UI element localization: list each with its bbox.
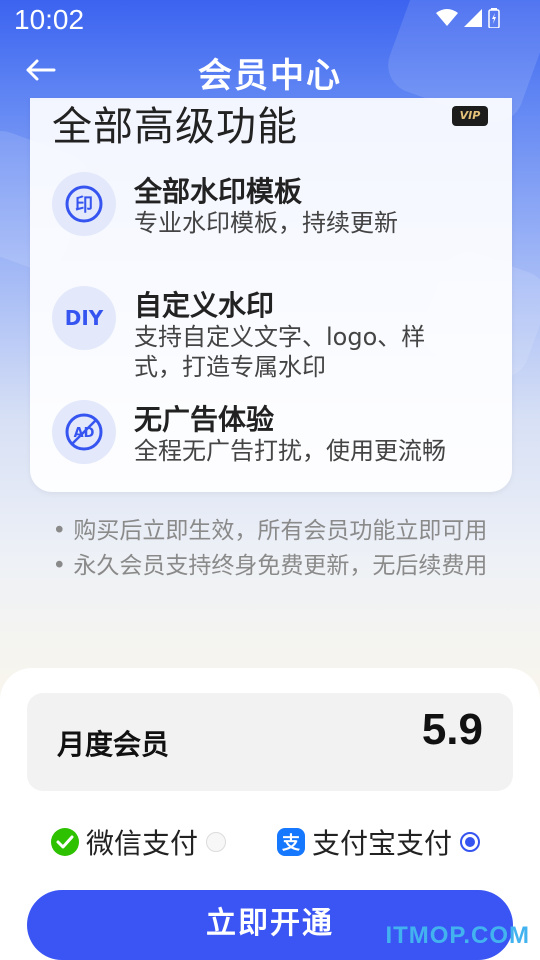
feature-name: 全部水印模板 — [134, 175, 303, 208]
purchase-panel: 月度会员 5.9 微信支付 支 支付宝支付 立即开通 — [0, 668, 540, 960]
alipay-icon: 支 — [277, 828, 305, 856]
note-item: • 永久会员支持终身免费更新，无后续费用 — [52, 553, 488, 579]
page-title: 会员中心 — [198, 56, 342, 96]
pay-option-label: 微信支付 — [86, 827, 199, 860]
feature-name: 自定义水印 — [134, 289, 275, 322]
feature-desc: 专业水印模板，持续更新 — [134, 209, 398, 237]
stamp-icon: 印 — [52, 172, 116, 236]
status-time: 10:02 — [14, 4, 85, 35]
wechat-pay-option[interactable]: 微信支付 — [50, 822, 227, 862]
feature-desc: 全程无广告打扰，使用更流畅 — [134, 437, 446, 465]
status-bar: 10:02 — [0, 0, 540, 44]
status-icons — [436, 8, 500, 28]
note-item: • 购买后立即生效，所有会员功能立即可用 — [52, 518, 488, 544]
svg-text:印: 印 — [75, 195, 93, 216]
diy-icon: DIY — [52, 286, 116, 350]
site-watermark: ITMOP.COM — [385, 922, 530, 949]
wifi-icon — [436, 9, 458, 26]
alipay-radio[interactable] — [460, 832, 481, 852]
no-ad-icon: AD — [52, 400, 116, 464]
svg-text:支: 支 — [281, 832, 301, 854]
feature-name: 无广告体验 — [134, 403, 275, 436]
feature-desc: 支持自定义文字、logo、样式，打造专属水印 — [134, 323, 426, 381]
vip-badge: VIP — [452, 106, 488, 126]
alipay-option[interactable]: 支 支付宝支付 — [276, 822, 481, 862]
card-title: 全部高级功能 — [52, 104, 298, 150]
wechat-pay-radio[interactable] — [206, 832, 227, 852]
purchase-notes: • 购买后立即生效，所有会员功能立即可用 • 永久会员支持终身免费更新，无后续费… — [40, 516, 500, 586]
plan-price: 5.9 — [421, 705, 483, 754]
pay-option-label: 支付宝支付 — [312, 827, 453, 860]
plan-name: 月度会员 — [57, 728, 170, 761]
wechat-pay-icon — [51, 828, 79, 856]
plan-card-monthly[interactable]: 月度会员 5.9 — [27, 693, 513, 791]
battery-icon — [488, 8, 500, 28]
nav-bar: 会员中心 — [0, 44, 540, 96]
feature-card: 全部高级功能 VIP 印 全部水印模板 专业水印模板，持续更新 DIY 自定义水… — [30, 98, 512, 492]
signal-icon — [464, 9, 482, 27]
